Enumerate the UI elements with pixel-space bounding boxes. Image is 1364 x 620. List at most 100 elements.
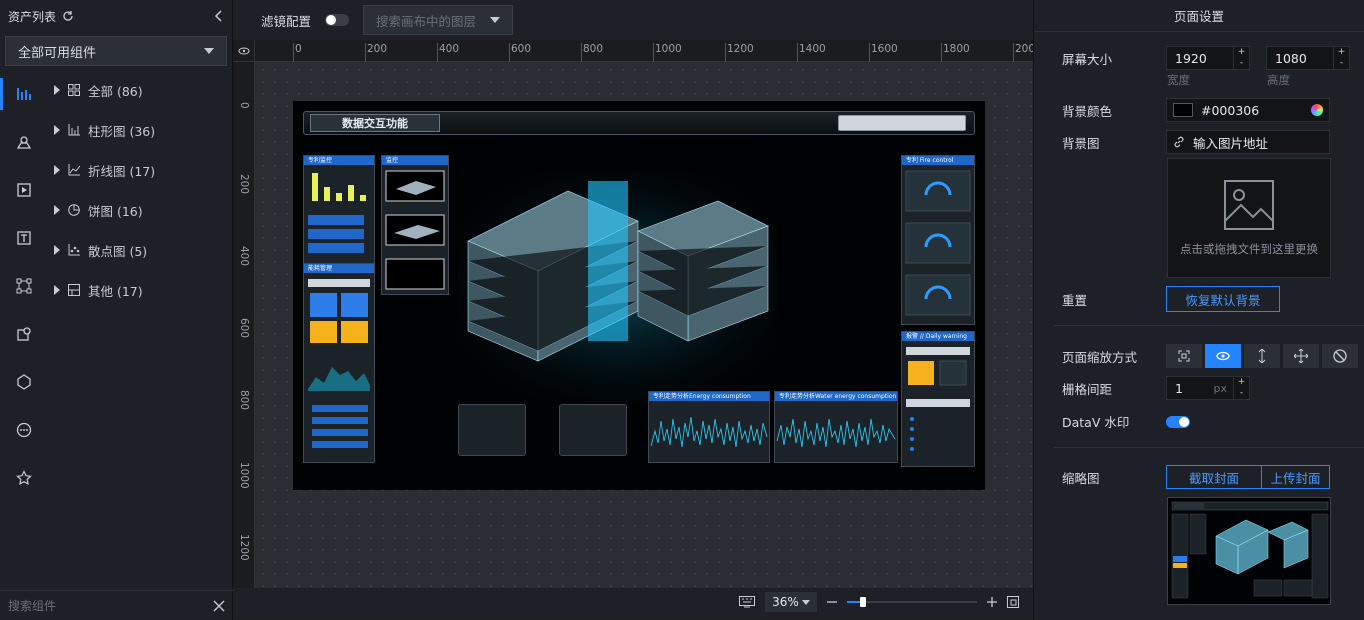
ruler-tick: 800: [238, 390, 250, 411]
category-select[interactable]: 全部可用组件: [5, 36, 227, 66]
scale-mode-row: 页面缩放方式: [1062, 344, 1361, 368]
height-stepper[interactable]: + -: [1333, 47, 1349, 69]
caret-right-icon: [54, 85, 60, 95]
media-icon: [16, 182, 32, 198]
caret-right-icon: [54, 285, 60, 295]
width-value: 1920: [1175, 50, 1207, 66]
capture-cover-button[interactable]: 截取封面: [1166, 465, 1262, 489]
tree-item-other[interactable]: 其他 (17): [48, 270, 232, 310]
preview-thumbs: [385, 170, 445, 290]
preview-bars: [308, 173, 366, 253]
ruler-tick: 400: [436, 43, 460, 62]
preview-panel: 专利 Fire control: [901, 155, 975, 325]
line-chart-icon: [68, 164, 80, 176]
zoom-in-icon[interactable]: [987, 597, 997, 607]
component-search[interactable]: 搜索组件: [0, 590, 233, 620]
bar-chart-icon: [68, 124, 80, 136]
tab-favorites[interactable]: [0, 454, 48, 502]
preview-blocks: [308, 279, 370, 448]
caret-right-icon: [54, 125, 60, 135]
ruler-tick: 1600: [869, 43, 898, 62]
tab-more[interactable]: [0, 406, 48, 454]
color-swatch[interactable]: [1173, 103, 1193, 117]
move-icon: [1294, 349, 1308, 363]
width-stepper[interactable]: + -: [1233, 47, 1249, 69]
divider: [1054, 447, 1364, 448]
ruler-tick: 600: [238, 318, 250, 339]
tree-item-all[interactable]: 全部 (86): [48, 70, 232, 110]
tree-item-line[interactable]: 折线图 (17): [48, 150, 232, 190]
preview-panel: 专利走势分析Energy consumption: [648, 391, 770, 463]
component-search-input[interactable]: 搜索组件: [8, 597, 56, 614]
tab-network[interactable]: [0, 262, 48, 310]
scale-full-button[interactable]: [1283, 344, 1319, 368]
interaction-icon: [16, 374, 32, 390]
preview-legend-box: [458, 404, 526, 456]
fit-screen-icon[interactable]: [1007, 596, 1019, 608]
tab-charts[interactable]: [0, 70, 48, 118]
ruler-tick: 1400: [797, 43, 826, 62]
color-picker-icon[interactable]: [1311, 104, 1323, 116]
tab-materials[interactable]: [0, 310, 48, 358]
preview-panel-title: 能耗管理: [304, 264, 374, 273]
tab-maps[interactable]: [0, 118, 48, 166]
bg-color-input[interactable]: #000306: [1166, 98, 1330, 122]
map-pin-icon: [16, 134, 32, 150]
tab-media[interactable]: [0, 166, 48, 214]
pie-chart-icon: [68, 204, 80, 216]
chevron-down-icon: [490, 17, 501, 23]
zoom-slider-knob[interactable]: [859, 597, 866, 607]
refresh-icon[interactable]: [62, 10, 74, 22]
filter-switch[interactable]: [325, 14, 350, 26]
grid-unit: px: [1213, 381, 1228, 395]
keyboard-icon[interactable]: [739, 596, 755, 608]
bg-color-row: 背景颜色 #000306: [1062, 98, 1330, 122]
grid-label: 栅格间距: [1062, 381, 1113, 397]
bg-image-uploader[interactable]: 点击或拖拽文件到这里更换: [1167, 158, 1331, 278]
asset-tree: 全部 (86) 柱形图 (36) 折线图 (17) 饼图 (16) 散点图 (5…: [48, 70, 232, 310]
reset-bg-button[interactable]: 恢复默认背景: [1166, 286, 1280, 312]
tree-item-label: 折线图 (17): [88, 163, 156, 179]
zoom-out-icon[interactable]: [827, 597, 837, 607]
zoom-select[interactable]: 36%: [765, 592, 817, 612]
grid-input[interactable]: 1 px + -: [1166, 376, 1250, 400]
grid-stepper[interactable]: + -: [1233, 377, 1249, 399]
height-input[interactable]: 1080 + -: [1266, 46, 1350, 70]
collapse-icon[interactable]: [214, 10, 224, 22]
scale-width-button[interactable]: [1205, 344, 1241, 368]
preview-panel-title: 监控: [382, 156, 448, 165]
scale-mode-label: 页面缩放方式: [1062, 349, 1138, 365]
ruler-tick: 1000: [238, 462, 250, 489]
tree-item-bar[interactable]: 柱形图 (36): [48, 110, 232, 150]
material-icon: [16, 326, 32, 342]
caret-right-icon: [54, 205, 60, 215]
watermark-toggle[interactable]: [1166, 415, 1190, 428]
editor-canvas[interactable]: 0 200 400 600 800 1000 1200 1400 1600 18…: [233, 40, 1033, 588]
canvas-toolbar: 滤镜配置 搜索画布中的图层: [233, 0, 1033, 40]
close-icon[interactable]: [213, 600, 225, 612]
ruler-tick: 200: [364, 43, 388, 62]
upload-cover-button[interactable]: 上传封面: [1262, 465, 1330, 489]
bg-image-input[interactable]: 输入图片地址: [1166, 130, 1330, 154]
scale-height-button[interactable]: [1244, 344, 1280, 368]
zoom-slider[interactable]: [847, 597, 977, 607]
layer-search-select[interactable]: 搜索画布中的图层: [363, 5, 514, 35]
tab-text[interactable]: [0, 214, 48, 262]
ruler-tick: 1800: [941, 43, 970, 62]
preview-panel-title: 专利监控: [304, 156, 374, 165]
tab-interaction[interactable]: [0, 358, 48, 406]
grid-icon: [68, 84, 80, 96]
category-select-value: 全部可用组件: [18, 45, 97, 61]
bg-image-placeholder: 输入图片地址: [1193, 135, 1269, 151]
preview-line-chart: [776, 418, 896, 448]
eye-icon[interactable]: [233, 40, 255, 62]
tree-item-pie[interactable]: 饼图 (16): [48, 190, 232, 230]
tree-item-scatter[interactable]: 散点图 (5): [48, 230, 232, 270]
width-input[interactable]: 1920 + -: [1166, 46, 1250, 70]
height-caption: 高度: [1267, 73, 1290, 87]
scatter-icon: [68, 244, 80, 256]
scale-none-button[interactable]: [1322, 344, 1358, 368]
ruler-tick: 600: [508, 43, 532, 62]
scale-fit-button[interactable]: [1166, 344, 1202, 368]
screen-preview[interactable]: 数据交互功能 专利监控 能耗管理 监控 专利 Fire control 报警 /…: [293, 101, 985, 490]
